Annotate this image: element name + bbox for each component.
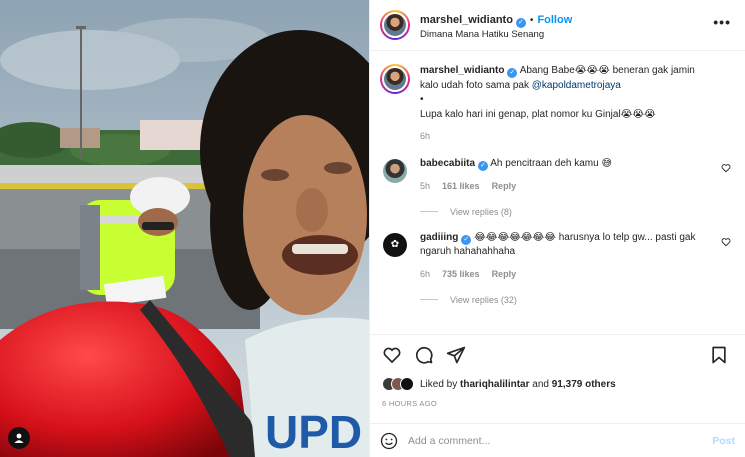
author-username[interactable]: marshel_widianto — [420, 14, 513, 26]
commenter-username[interactable]: babecabiita — [420, 158, 475, 169]
likes-summary: Liked by thariqhalilintar and 91,379 oth… — [382, 377, 733, 391]
comment-item: ✿ gadiiing ✓ 😂😂😂😂😂😂😂 harusnya lo telp gw.… — [380, 231, 735, 281]
comment-time[interactable]: 6h — [420, 269, 430, 279]
comment-input[interactable] — [408, 434, 713, 447]
liked-by-user[interactable]: thariqhalilintar — [460, 379, 529, 390]
view-replies-button[interactable]: View replies (8) — [420, 207, 735, 217]
view-replies-button[interactable]: View replies (32) — [420, 295, 735, 305]
caption: marshel_widianto ✓ Abang Babe😭😭😭 beneran … — [380, 64, 735, 143]
like-comment-heart-icon[interactable] — [721, 237, 731, 247]
commenter-avatar[interactable]: ✿ — [383, 232, 407, 257]
liked-by-middle: and — [532, 378, 549, 390]
svg-text:UPD: UPD — [265, 406, 362, 457]
tagged-user-button[interactable] — [8, 427, 30, 449]
like-heart-icon[interactable] — [382, 345, 402, 365]
post-timestamp[interactable]: 6 HOURS AGO — [382, 399, 733, 408]
comment-item: babecabiita ✓ Ah pencitraan deh kamu 😅 5h… — [380, 157, 735, 193]
comment-text: 😂😂😂😂😂😂😂 harusnya lo telp gw... pasti gak… — [420, 231, 696, 258]
verified-badge-icon: ✓ — [461, 234, 472, 245]
post-comment-button[interactable]: Post — [712, 435, 735, 447]
share-paper-plane-icon[interactable] — [446, 345, 466, 365]
mention-link[interactable]: @kapoldametrojaya — [532, 80, 621, 91]
caption-time[interactable]: 6h — [420, 131, 430, 141]
likes-count[interactable]: 91,379 others — [552, 379, 616, 390]
comment-text: Ah pencitraan deh kamu 😅 — [490, 158, 612, 170]
comments-section: marshel_widianto ✓ Abang Babe😭😭😭 beneran … — [370, 52, 745, 334]
follow-button[interactable]: Follow — [537, 14, 572, 26]
selfie-photo-illustration: UPD — [0, 0, 369, 457]
verified-badge-icon: ✓ — [478, 161, 489, 172]
caption-username[interactable]: marshel_widianto — [420, 65, 504, 76]
location-link[interactable]: Dimana Mana Hatiku Senang — [420, 29, 572, 42]
instagram-post-view: UPD marshel_widianto ✓ • Follow Dimana Mana… — [0, 0, 745, 457]
post-actions: Liked by thariqhalilintar and 91,379 oth… — [370, 334, 745, 408]
like-comment-heart-icon[interactable] — [721, 163, 731, 173]
verified-badge-icon: ✓ — [507, 68, 518, 78]
comment-likes[interactable]: 161 likes — [442, 181, 480, 191]
add-comment-bar: Post — [370, 423, 745, 457]
emoji-icon[interactable] — [380, 432, 398, 450]
post-header: marshel_widianto ✓ • Follow Dimana Mana Hat… — [370, 0, 745, 51]
avatar[interactable] — [380, 10, 410, 40]
save-bookmark-icon[interactable] — [709, 345, 729, 365]
reply-button[interactable]: Reply — [492, 181, 517, 191]
liker-avatars[interactable] — [382, 377, 414, 391]
commenter-username[interactable]: gadiiing — [420, 232, 458, 243]
caption-bullet: • — [420, 94, 424, 105]
post-photo[interactable]: UPD — [0, 0, 369, 457]
comment-bubble-icon[interactable] — [414, 345, 434, 365]
post-details-panel: marshel_widianto ✓ • Follow Dimana Mana Hat… — [369, 0, 745, 457]
caption-avatar[interactable] — [380, 64, 410, 94]
user-icon — [14, 433, 24, 443]
verified-badge-icon: ✓ — [515, 17, 526, 28]
liked-by-prefix: Liked by — [420, 378, 458, 390]
comment-likes[interactable]: 735 likes — [442, 269, 480, 279]
reply-button[interactable]: Reply — [492, 269, 517, 279]
commenter-avatar[interactable] — [383, 159, 407, 184]
more-icon[interactable]: ••• — [713, 14, 731, 30]
separator-dot: • — [529, 14, 534, 26]
caption-line2: Lupa kalo hari ini genap, plat nomor ku … — [420, 108, 656, 120]
comment-time[interactable]: 5h — [420, 181, 430, 191]
